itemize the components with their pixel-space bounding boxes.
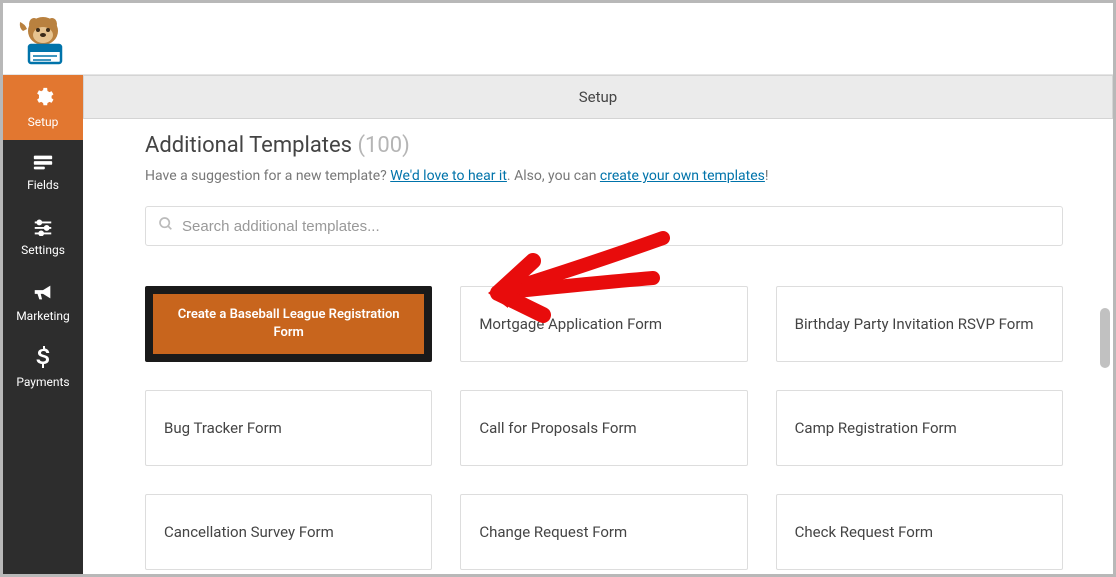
page-title: Additional Templates (100) xyxy=(145,133,1063,158)
template-card[interactable]: Camp Registration Form xyxy=(776,390,1063,466)
sidebar-item-fields[interactable]: Fields xyxy=(3,140,83,205)
bullhorn-icon xyxy=(32,282,54,305)
card-label: Cancellation Survey Form xyxy=(164,523,334,541)
sliders-icon xyxy=(32,218,54,239)
search-icon xyxy=(158,216,174,236)
dollar-icon xyxy=(36,346,50,371)
sidebar-item-label: Payments xyxy=(16,375,69,389)
card-label: Camp Registration Form xyxy=(795,419,957,437)
sidebar-item-setup[interactable]: Setup xyxy=(3,75,83,140)
gear-icon xyxy=(32,86,54,111)
sub-header-title: Setup xyxy=(579,88,617,106)
heading-count: (100) xyxy=(357,133,409,158)
scrollbar-thumb[interactable] xyxy=(1100,308,1110,368)
card-label: Birthday Party Invitation RSVP Form xyxy=(795,315,1034,333)
fields-icon xyxy=(32,153,54,174)
app-logo xyxy=(15,13,67,65)
card-label: Bug Tracker Form xyxy=(164,419,282,437)
sidebar: Setup Fields Settings Marketing Payments xyxy=(3,75,83,574)
sidebar-item-payments[interactable]: Payments xyxy=(3,335,83,400)
search-box[interactable] xyxy=(145,206,1063,246)
top-bar xyxy=(3,3,1113,75)
template-card[interactable]: Mortgage Application Form xyxy=(460,286,747,362)
subtitle-prefix: Have a suggestion for a new template? xyxy=(145,168,390,184)
template-card[interactable]: Bug Tracker Form xyxy=(145,390,432,466)
heading-text: Additional Templates xyxy=(145,133,352,158)
body-area: Additional Templates (100) Have a sugges… xyxy=(83,119,1113,574)
sidebar-item-marketing[interactable]: Marketing xyxy=(3,270,83,335)
subtitle-end: ! xyxy=(765,168,769,184)
template-card[interactable]: Change Request Form xyxy=(460,494,747,570)
subtitle: Have a suggestion for a new template? We… xyxy=(145,168,1063,184)
card-label: Change Request Form xyxy=(479,523,627,541)
template-card[interactable]: Birthday Party Invitation RSVP Form xyxy=(776,286,1063,362)
search-input[interactable] xyxy=(182,218,1050,235)
template-grid: Create a Baseball League Registration Fo… xyxy=(145,286,1063,570)
template-card[interactable]: Check Request Form xyxy=(776,494,1063,570)
card-label: Check Request Form xyxy=(795,523,933,541)
sidebar-item-settings[interactable]: Settings xyxy=(3,205,83,270)
suggestion-link[interactable]: We'd love to hear it xyxy=(390,168,507,184)
card-label: Mortgage Application Form xyxy=(479,315,662,333)
template-card[interactable]: Cancellation Survey Form xyxy=(145,494,432,570)
sidebar-item-label: Marketing xyxy=(16,309,70,323)
sub-header: Setup xyxy=(83,75,1113,119)
card-label: Call for Proposals Form xyxy=(479,419,636,437)
sidebar-item-label: Settings xyxy=(21,243,65,257)
create-own-link[interactable]: create your own templates xyxy=(600,168,765,184)
template-card-selected[interactable]: Create a Baseball League Registration Fo… xyxy=(145,286,432,362)
subtitle-mid: . Also, you can xyxy=(507,168,600,184)
template-card[interactable]: Call for Proposals Form xyxy=(460,390,747,466)
create-template-button[interactable]: Create a Baseball League Registration Fo… xyxy=(153,294,424,354)
sidebar-item-label: Fields xyxy=(27,178,59,192)
sidebar-item-label: Setup xyxy=(28,115,59,129)
